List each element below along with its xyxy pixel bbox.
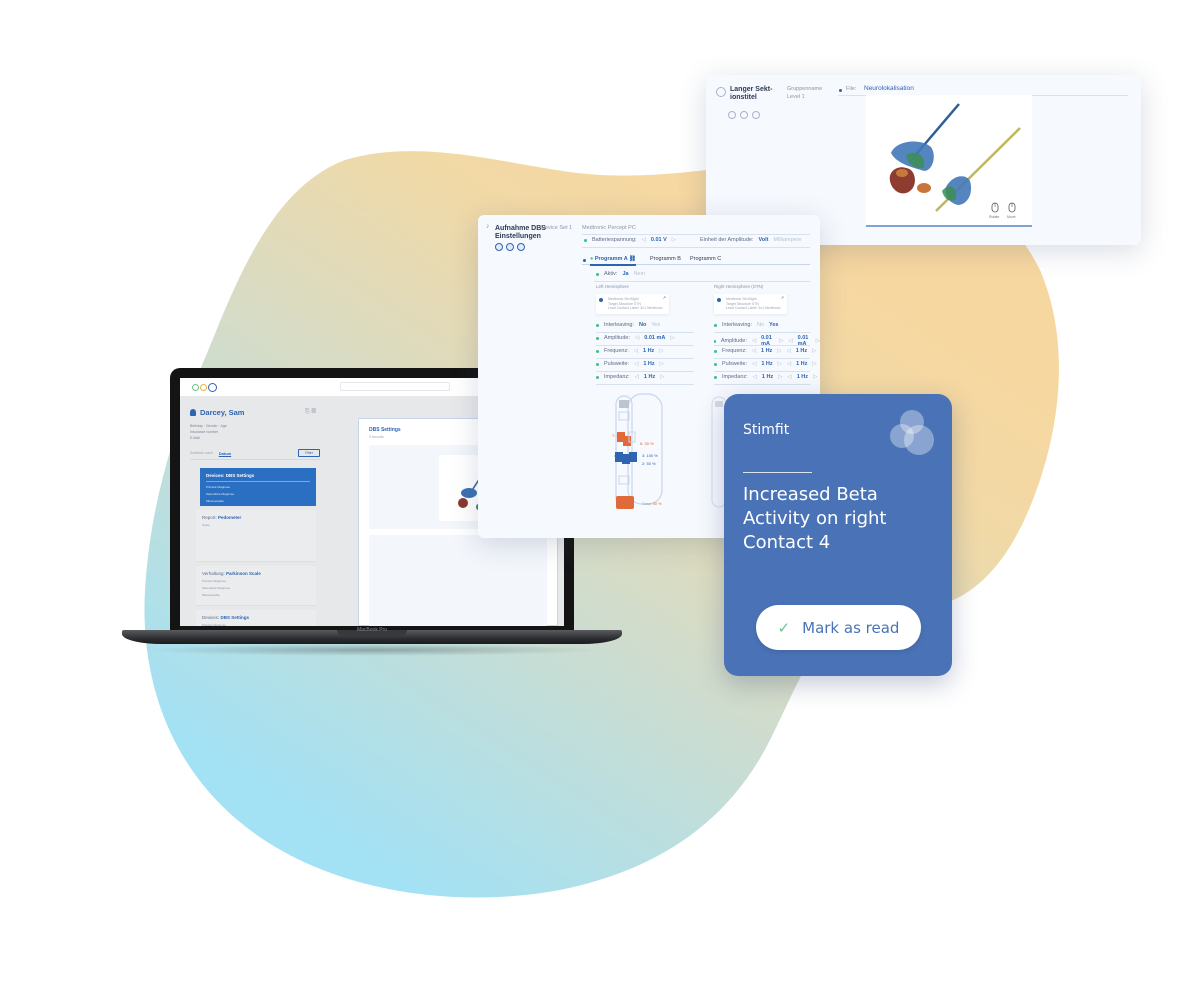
- patient-sidebar: Darcey, Sam ⎘ ▤ Birthday · Gender · Age …: [180, 396, 330, 626]
- device-set: Device Set 1: [541, 225, 573, 231]
- user-icon: [190, 409, 196, 416]
- app-logo[interactable]: [192, 382, 217, 392]
- left-pulsweite: Pulsweite: ◁ 1 Hz ▷: [596, 361, 664, 367]
- program-tabs: ● Programm A ⛓ Programm B Programm C: [582, 255, 810, 266]
- comment-icon[interactable]: [495, 243, 503, 251]
- decrement-icon[interactable]: ◁: [642, 237, 646, 243]
- right-pulsweite: Pulsweite: ◁ 1 Hz ▷ ◁ 1 Hz ▷: [714, 361, 817, 367]
- unit-option-volt[interactable]: Volt: [759, 237, 769, 243]
- contact-3-percent: 3: 100 %: [642, 453, 658, 458]
- info-icon[interactable]: [506, 243, 514, 251]
- right-frequenz: Frequenz: ◁ 1 Hz ▷ ◁ 1 Hz ▷: [714, 348, 816, 354]
- file-value[interactable]: Neurolokalisation: [864, 85, 914, 92]
- active-dot-icon: ●: [590, 256, 594, 262]
- feed-card[interactable]: Verhaltung: Parkinson Scale Primäre Diag…: [196, 566, 316, 606]
- music-note-icon: ♪: [486, 223, 490, 230]
- tab-programm-c[interactable]: Programm C: [690, 256, 721, 262]
- aktiv-field: Aktiv: Ja Nein: [596, 271, 645, 277]
- section-icon: [716, 87, 726, 97]
- logo-circle-green-icon: [192, 383, 199, 391]
- edit-icon[interactable]: [752, 111, 760, 119]
- group-level: Level 1: [787, 94, 805, 100]
- tab-programm-a[interactable]: ● Programm A ⛓: [590, 256, 636, 266]
- right-hemisphere-heading: Right Hemisphere (STN): [714, 284, 764, 289]
- contact-7-percent: 7: 30 %: [612, 433, 626, 438]
- contact-top: [619, 400, 629, 408]
- case-percent: Case 30 %: [642, 501, 662, 506]
- 3d-brain-viewer[interactable]: Rotate Move: [866, 95, 1032, 225]
- file-bullet: [839, 89, 842, 92]
- patient-meta: Birthday · Gender · Age Insurance number…: [190, 424, 227, 440]
- laptop-brand-label: MacBook Pro: [356, 627, 387, 633]
- left-lead-info: ↗ Medtronic SenSight Target Structure ST…: [596, 294, 669, 314]
- logo-circle-blue-icon: [208, 382, 217, 392]
- unit-option-milliampere[interactable]: Milliampere: [774, 237, 802, 243]
- external-link-icon[interactable]: ↗: [781, 295, 784, 301]
- file-label: File:: [846, 86, 857, 92]
- rotate-label: Rotate: [989, 215, 1000, 219]
- rotate-mouse-icon: [991, 202, 999, 213]
- notification-app-name: Stimfit: [743, 422, 790, 438]
- external-link-icon[interactable]: ↗: [663, 295, 666, 301]
- check-icon: ✓: [777, 618, 791, 637]
- link-icon: ⛓: [629, 256, 636, 262]
- contact-6-percent: 6: 30 %: [640, 441, 654, 446]
- section-actions: [728, 111, 760, 119]
- notification-divider: [743, 472, 812, 473]
- left-frequenz: Frequenz: ◁ 1 Hz ▷: [596, 348, 664, 354]
- patient-name: Darcey, Sam: [190, 408, 320, 417]
- case-contact[interactable]: [616, 496, 634, 509]
- feed-card[interactable]: Report: Pedometer Scale: [196, 510, 316, 562]
- edit-icon[interactable]: [517, 243, 525, 251]
- contact-2[interactable]: [629, 452, 637, 462]
- aktiv-option-ja[interactable]: Ja: [622, 271, 628, 277]
- mark-as-read-button[interactable]: ✓ Mark as read: [756, 605, 921, 650]
- laptop-shadow: [142, 644, 602, 656]
- section-actions: [495, 243, 525, 251]
- feed-card[interactable]: Devices: DBS Settings Primäre Diagnose S…: [196, 610, 316, 626]
- stimfit-logo-icon: [890, 410, 934, 455]
- tab-programm-b[interactable]: Programm B: [650, 256, 681, 262]
- left-hemisphere-heading: Left Hemisphere: [596, 284, 630, 289]
- mini-dbs-section: [369, 535, 547, 626]
- logo-circle-yellow-icon: [200, 383, 207, 391]
- feed-card-active[interactable]: Devices: DBS Settings · Primäre Diagnose …: [200, 468, 316, 506]
- filter-button[interactable]: Filter: [298, 449, 320, 457]
- lead-icon: [599, 298, 603, 302]
- contact-2-percent: 2: 50 %: [642, 461, 656, 466]
- brain-render: [889, 103, 1021, 213]
- device-name: Medtronic Percept PC: [582, 225, 636, 231]
- left-interleaving: Interleaving: No Yes: [596, 322, 660, 328]
- contact-4-percent: 4: 25 %: [614, 453, 628, 458]
- group-name: Gruppenname: [787, 86, 823, 92]
- aktiv-option-nein[interactable]: Nein: [634, 271, 645, 277]
- info-icon[interactable]: [740, 111, 748, 119]
- battery-field: Batteriespannung: ◁ 0.01 V ▷: [584, 237, 676, 243]
- search-input[interactable]: [340, 382, 450, 391]
- notification-message: Increased Beta Activity on right Contact…: [743, 484, 887, 553]
- notification-card: Stimfit Increased Beta Activity on right…: [724, 394, 952, 676]
- viewer-underline: [866, 225, 1032, 227]
- left-impedanz: Impedanz: ◁ 1 Hz ▷: [596, 374, 664, 380]
- comment-icon[interactable]: [728, 111, 736, 119]
- sort-select[interactable]: Datum: [219, 451, 231, 456]
- patient-actions[interactable]: ⎘ ▤: [305, 409, 316, 416]
- increment-icon[interactable]: ▷: [672, 237, 676, 243]
- amplitude-unit-field: Einheit der Amplitude: Volt Milliampere: [700, 237, 802, 243]
- feed-filter: Sortieren nach Datum Filter: [190, 449, 320, 460]
- right-lead-info: ↗ Medtronic SenSight Target Structure ST…: [714, 294, 787, 314]
- right-impedanz: Impedanz: ◁ 1 Hz ▷ ◁ 1 Hz ▷: [714, 374, 817, 380]
- move-mouse-icon: [1008, 202, 1016, 213]
- section-title: Langer Sekt-ionstitel: [730, 86, 773, 101]
- move-label: Move: [1007, 215, 1016, 219]
- left-amplitude: Amplitude: ◁ 0.01 mA ▷: [596, 335, 675, 341]
- lead-icon: [717, 298, 721, 302]
- right-interleaving: Interleaving: No Yes: [714, 322, 778, 328]
